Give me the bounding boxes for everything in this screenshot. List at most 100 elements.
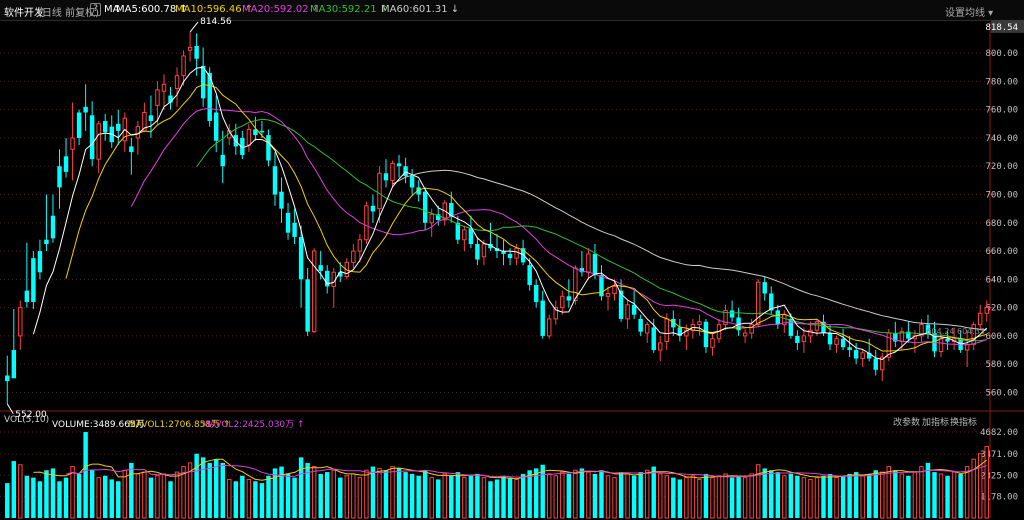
- candle-body: [938, 338, 944, 352]
- volume-bar: [821, 475, 826, 518]
- candle-body: [272, 166, 278, 195]
- candle-body: [409, 176, 415, 188]
- volume-bar: [612, 477, 617, 519]
- candle-body: [638, 318, 643, 332]
- candle-body: [174, 75, 180, 89]
- candle-body: [664, 318, 669, 343]
- candle-body: [795, 335, 800, 343]
- volume-bar: [951, 471, 957, 519]
- price-tick-label: 620.00: [985, 304, 1018, 314]
- volume-bar: [462, 477, 467, 519]
- volume-bar: [644, 469, 650, 519]
- price-tick-label: 580.00: [985, 360, 1018, 370]
- volume-bar: [155, 475, 160, 519]
- candle-body: [246, 128, 252, 146]
- volume-bar: [795, 475, 800, 518]
- volume-bar: [638, 472, 643, 518]
- volume-bar: [305, 462, 310, 518]
- volume-bar: [631, 475, 637, 518]
- volume-bar: [488, 481, 493, 518]
- volume-bar: [775, 472, 781, 518]
- volume-bar: [742, 477, 748, 519]
- volume-bar: [266, 475, 271, 518]
- volume-bar: [834, 477, 839, 519]
- candle-body: [148, 115, 154, 121]
- volume-bar: [912, 471, 918, 519]
- volume-bar: [788, 473, 794, 518]
- candle-body: [357, 239, 363, 252]
- candle-body: [318, 265, 323, 271]
- candle-body: [220, 154, 225, 167]
- volume-bar: [5, 483, 10, 518]
- max-marker-line: [189, 21, 199, 33]
- candle-body: [155, 89, 160, 106]
- volume-bar: [625, 473, 630, 519]
- candle-body: [873, 358, 878, 370]
- candle-body: [801, 335, 807, 343]
- candle-body: [592, 253, 598, 276]
- volume-bar: [142, 471, 147, 519]
- ma60-line: [392, 169, 987, 331]
- candle-body: [697, 321, 702, 326]
- candle-body: [76, 112, 82, 138]
- volume-bar: [827, 473, 833, 518]
- volume-bar: [325, 472, 330, 518]
- volume-bar: [873, 470, 878, 518]
- volume-bar: [651, 466, 656, 518]
- volume-bar: [736, 475, 741, 518]
- volume-bar: [808, 478, 813, 519]
- candle-body: [331, 271, 336, 287]
- volume-bar: [566, 473, 572, 518]
- volume-bar: [364, 469, 369, 519]
- price-tick-label: 740.00: [985, 134, 1018, 144]
- candle-body: [762, 282, 767, 294]
- candle-body: [279, 191, 284, 209]
- volume-bar: [24, 475, 30, 518]
- candle-body: [181, 55, 186, 77]
- volume-bar: [527, 470, 532, 518]
- volume-bar: [37, 481, 43, 518]
- volume-bar: [749, 473, 754, 519]
- volume-bar: [194, 453, 199, 518]
- candlestick-chart[interactable]: 560.00 580.00 600.00 620.00 640.00 660.00 680.…: [0, 0, 1024, 520]
- volume-bar: [246, 478, 252, 519]
- volume-bar: [44, 470, 49, 518]
- volume-bar: [213, 459, 219, 518]
- volume-bar: [96, 477, 101, 519]
- volume-bar: [102, 475, 108, 518]
- ma10-line: [65, 84, 987, 352]
- volume-bar: [664, 475, 669, 519]
- candle-body: [396, 163, 402, 167]
- candle-body: [129, 146, 134, 153]
- candle-body: [37, 251, 43, 273]
- volume-bar: [560, 471, 565, 519]
- volume-bar: [292, 477, 297, 518]
- volume-bar: [984, 445, 989, 519]
- volume-bar: [501, 475, 506, 518]
- candle-body: [96, 123, 101, 160]
- candle-body: [11, 350, 17, 379]
- volume-bar: [429, 477, 434, 519]
- volume-bar: [520, 473, 526, 518]
- volume-bar: [357, 477, 363, 519]
- volume-bar: [697, 478, 702, 519]
- volume-bar: [455, 472, 461, 518]
- volume-bar: [148, 477, 154, 518]
- volume-bar: [514, 478, 519, 519]
- candle-body: [749, 324, 754, 334]
- candle-body: [860, 352, 865, 360]
- candle-body: [586, 253, 591, 273]
- volume-bar: [866, 473, 872, 518]
- volume-bar: [658, 473, 663, 519]
- volume-bar: [586, 471, 591, 519]
- price-tick-label: 780.00: [985, 77, 1018, 87]
- candle-body: [161, 83, 167, 92]
- candle-body: [977, 312, 983, 326]
- volume-bar: [977, 453, 983, 519]
- candle-body: [612, 285, 617, 294]
- volume-bar: [507, 477, 513, 518]
- volume-bar: [396, 468, 402, 518]
- candle-body: [481, 243, 487, 258]
- volume-bar: [122, 469, 128, 519]
- volume-bar: [370, 466, 376, 518]
